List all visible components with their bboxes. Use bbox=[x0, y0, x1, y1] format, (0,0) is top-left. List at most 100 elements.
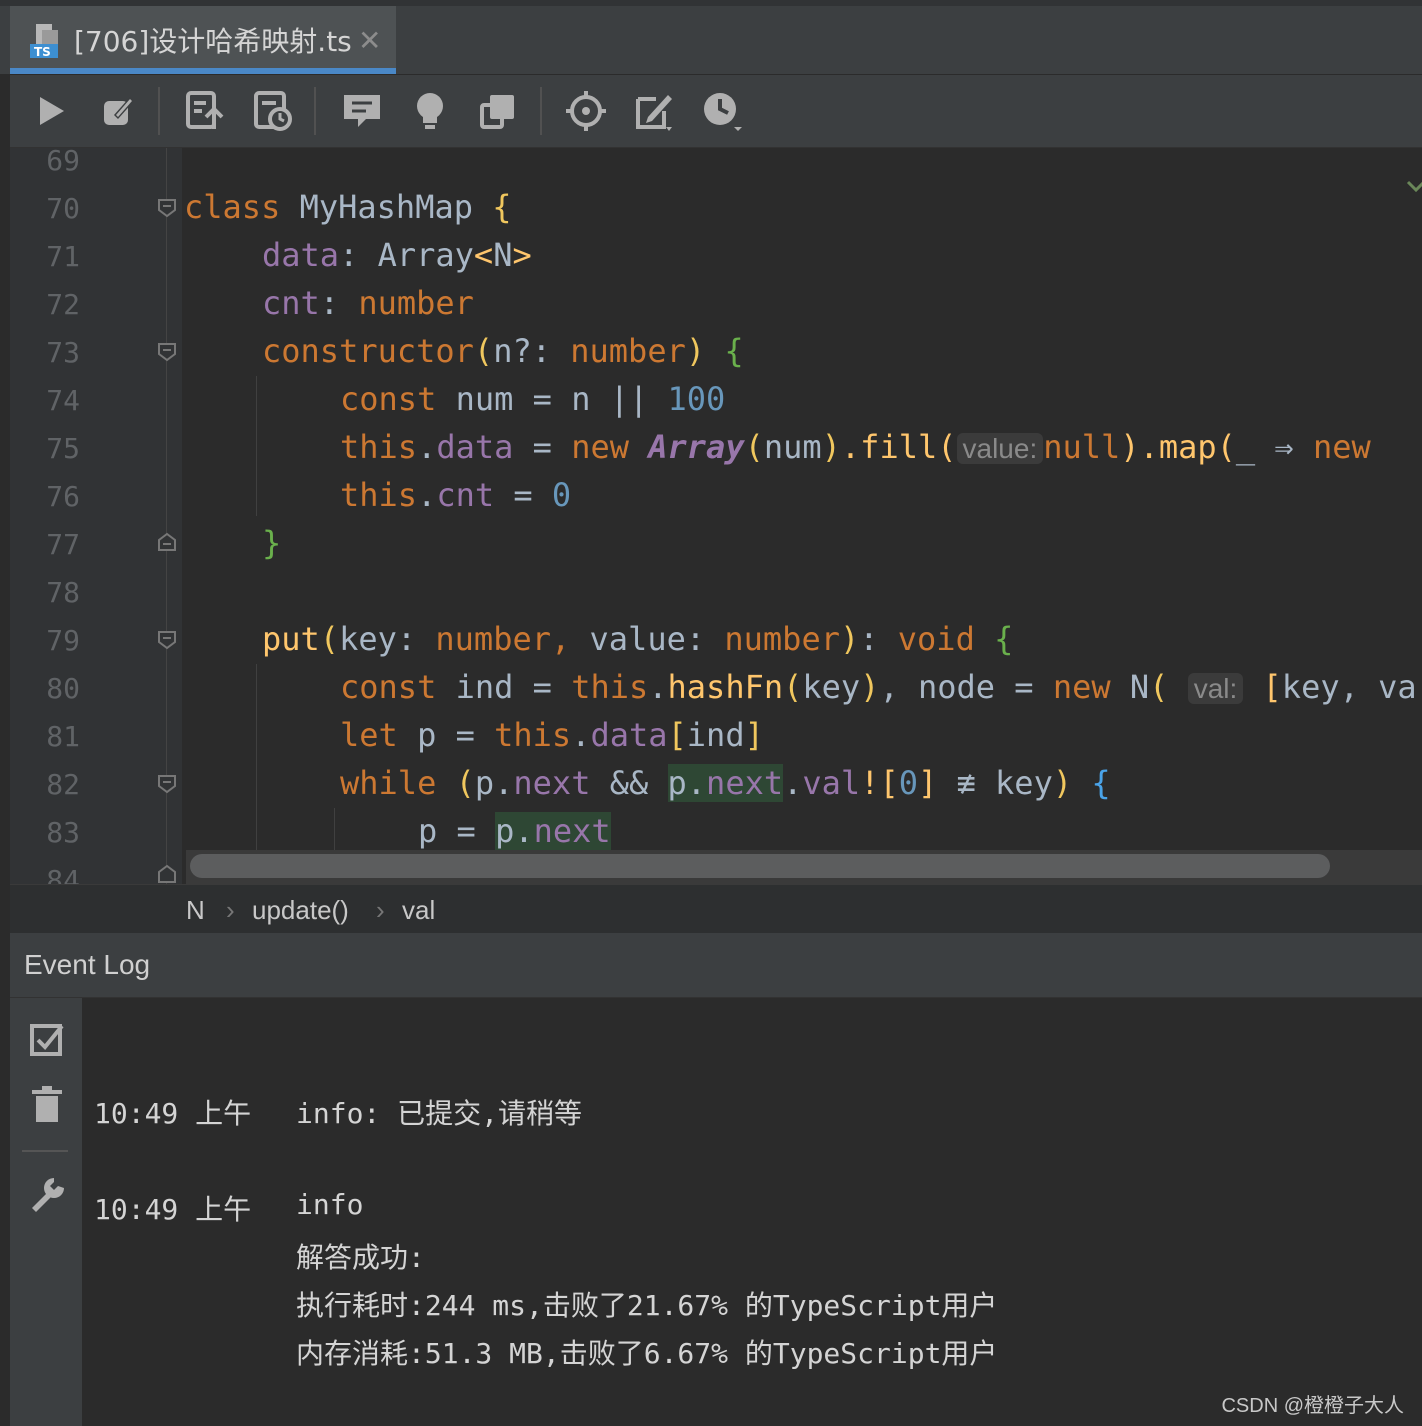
chevron-down-icon[interactable] bbox=[1406, 176, 1422, 196]
line-number: 80 bbox=[46, 672, 80, 705]
code-token: next bbox=[533, 812, 611, 850]
code-token: this bbox=[494, 716, 572, 754]
fold-open-icon[interactable] bbox=[157, 342, 177, 362]
code-line-75: this.data = new Array(num).fill(value: nu… bbox=[340, 428, 1371, 466]
code-token: cnt bbox=[436, 476, 495, 514]
code-token: Array bbox=[377, 236, 474, 274]
fold-open-icon[interactable] bbox=[157, 198, 177, 218]
code-token: ind bbox=[686, 716, 745, 754]
code-token: const bbox=[340, 380, 437, 418]
hint-icon[interactable] bbox=[408, 89, 452, 133]
wrench-icon[interactable] bbox=[28, 1176, 66, 1214]
code-token: ).map( bbox=[1120, 428, 1236, 466]
code-token: new bbox=[571, 428, 649, 466]
horizontal-scrollbar[interactable] bbox=[186, 850, 1422, 884]
code-line-83: p = p.next bbox=[418, 812, 611, 850]
fold-open-icon[interactable] bbox=[157, 774, 177, 794]
log-message: info bbox=[296, 1188, 364, 1221]
parameter-hint: value: bbox=[956, 433, 1044, 464]
fold-open-icon[interactable] bbox=[157, 630, 177, 650]
line-number: 84 bbox=[46, 864, 80, 884]
log-detail: 解答成功: bbox=[296, 1241, 425, 1274]
line-number: 78 bbox=[46, 576, 80, 609]
toolbar-divider bbox=[22, 1150, 68, 1152]
run-icon[interactable] bbox=[28, 89, 72, 133]
line-number: 73 bbox=[46, 336, 80, 369]
code-token: : bbox=[859, 620, 898, 658]
typescript-file-icon: TS bbox=[30, 24, 58, 59]
code-line-74: const num = n || 100 bbox=[340, 380, 725, 418]
close-icon[interactable]: ✕ bbox=[358, 24, 381, 57]
code-token: . bbox=[783, 764, 803, 802]
tab-bar: TS [706]设计哈希映射.ts ✕ bbox=[0, 0, 1422, 75]
tab-active-underline bbox=[10, 68, 396, 74]
code-line-73: constructor(n?: number) { bbox=[262, 332, 744, 370]
code-token: = bbox=[513, 428, 572, 466]
breadcrumb-item[interactable]: update() bbox=[252, 895, 349, 926]
code-line-77: } bbox=[262, 524, 281, 562]
mark-read-icon[interactable] bbox=[28, 1020, 66, 1058]
code-token: { bbox=[705, 332, 744, 370]
code-token: number bbox=[435, 620, 551, 658]
line-number: 72 bbox=[46, 288, 80, 321]
scrollbar-thumb[interactable] bbox=[190, 854, 1330, 878]
code-token: let bbox=[340, 716, 398, 754]
locate-icon[interactable] bbox=[564, 89, 608, 133]
parameter-hint: val: bbox=[1187, 673, 1244, 704]
line-number: 71 bbox=[46, 240, 80, 273]
code-token: null bbox=[1043, 428, 1121, 466]
code-token: 100 bbox=[648, 380, 726, 418]
line-number: 81 bbox=[46, 720, 80, 753]
code-token: new bbox=[1052, 668, 1130, 706]
code-token: ( bbox=[473, 332, 494, 370]
code-token: key bbox=[995, 764, 1053, 802]
submit-icon[interactable] bbox=[182, 89, 226, 133]
breadcrumb-item[interactable]: val bbox=[402, 895, 435, 926]
code-token: key bbox=[802, 668, 861, 706]
code-token: ) bbox=[1052, 764, 1073, 802]
code-token: ind = bbox=[436, 668, 572, 706]
fold-close-icon[interactable] bbox=[157, 532, 177, 552]
editor-tab[interactable]: TS [706]设计哈希映射.ts ✕ bbox=[10, 6, 396, 74]
trash-icon[interactable] bbox=[28, 1086, 66, 1124]
code-editor[interactable]: 69 70 71 72 73 74 75 76 77 78 79 80 81 8… bbox=[10, 148, 1422, 884]
code-line-79: put(key: number, value: number): void { bbox=[262, 620, 1013, 658]
tab-title: [706]设计哈希映射.ts bbox=[74, 25, 352, 58]
code-token: .fill( bbox=[840, 428, 957, 466]
breadcrumb-separator: › bbox=[376, 895, 385, 925]
breadcrumb-item[interactable]: N bbox=[186, 895, 205, 926]
toolbar-separator bbox=[158, 87, 160, 135]
code-token: value: bbox=[589, 620, 725, 658]
line-number: 83 bbox=[46, 816, 80, 849]
event-log-body: 10:49 上午 info: 已提交,请稍等 10:49 上午 info 解答成… bbox=[82, 998, 1422, 1426]
code-token: p. bbox=[667, 764, 707, 802]
code-token: MyHashMap bbox=[280, 188, 493, 226]
clock-icon[interactable] bbox=[700, 89, 744, 133]
code-token: this bbox=[571, 668, 649, 706]
copy-icon[interactable] bbox=[476, 89, 520, 133]
code-token: _ ⇒ bbox=[1235, 428, 1313, 466]
code-token: [ bbox=[1262, 668, 1282, 706]
fold-close-icon[interactable] bbox=[157, 864, 177, 884]
log-time: 10:49 上午 bbox=[94, 1097, 252, 1130]
comment-icon[interactable] bbox=[340, 89, 384, 133]
code-token: ( bbox=[1149, 668, 1169, 706]
history-icon[interactable] bbox=[250, 89, 294, 133]
code-token: number bbox=[358, 284, 474, 322]
code-token: . bbox=[417, 476, 437, 514]
panel-title: Event Log bbox=[24, 949, 151, 980]
code-token: { bbox=[1072, 764, 1111, 802]
code-token: val bbox=[802, 764, 861, 802]
code-token: data bbox=[262, 236, 340, 274]
code-token: data bbox=[436, 428, 514, 466]
code-token: ) bbox=[821, 428, 841, 466]
code-token: class bbox=[184, 188, 281, 226]
note-icon[interactable] bbox=[632, 89, 676, 133]
code-token: . bbox=[648, 668, 668, 706]
code-token: ) bbox=[839, 620, 860, 658]
edit-icon[interactable] bbox=[96, 89, 140, 133]
code-token: && bbox=[590, 764, 668, 802]
code-line-81: let p = this.data[ind] bbox=[340, 716, 764, 754]
code-token: next bbox=[513, 764, 591, 802]
line-number: 76 bbox=[46, 480, 80, 513]
